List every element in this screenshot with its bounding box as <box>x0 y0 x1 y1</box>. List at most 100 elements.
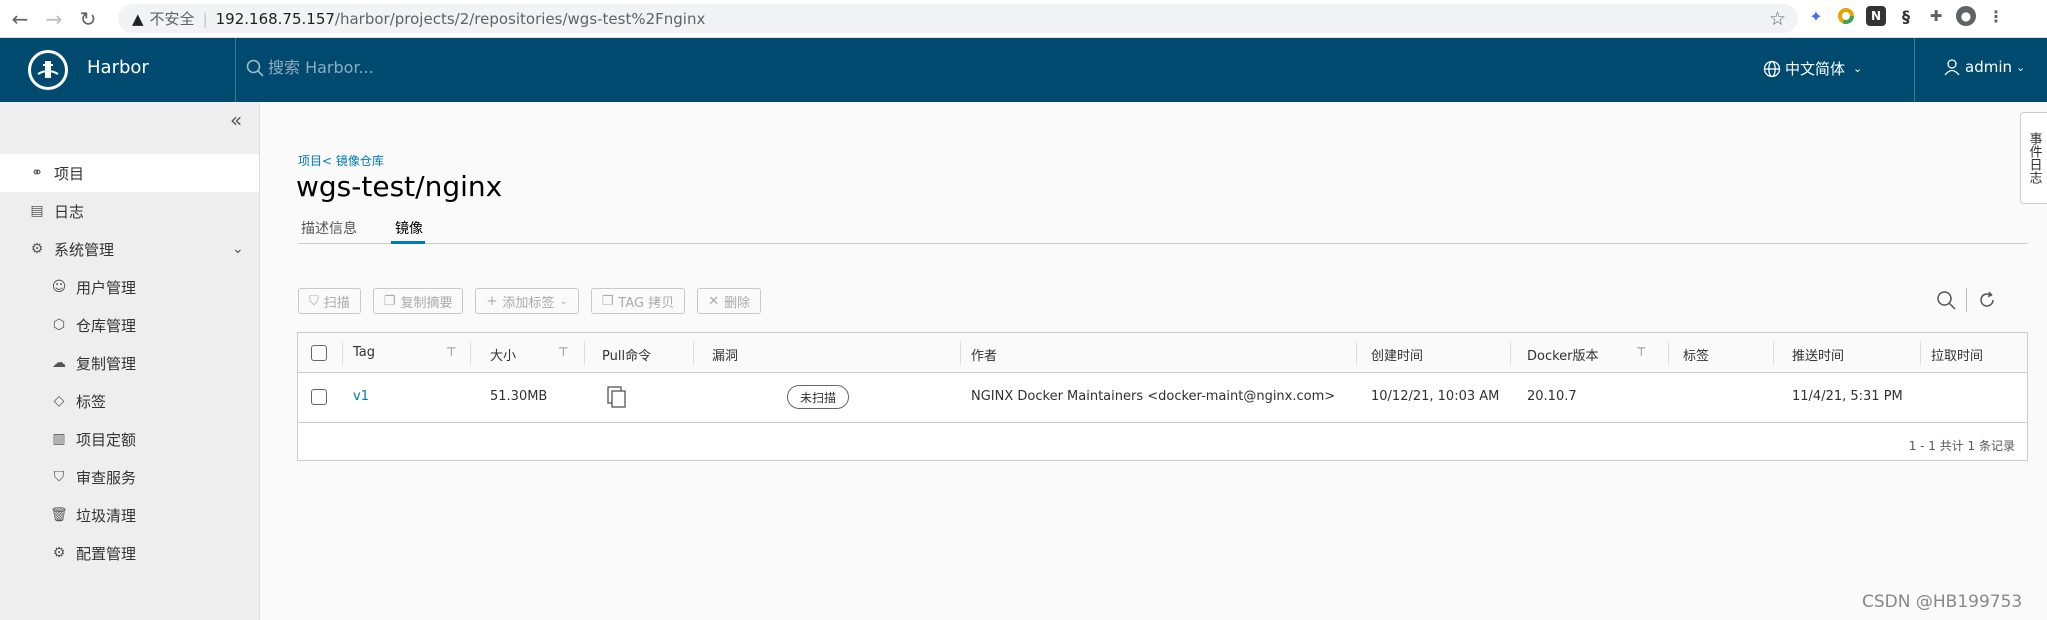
sidebar-item-logs[interactable]: ▤ 日志 <box>0 192 259 230</box>
search-input[interactable] <box>268 58 468 77</box>
address-bar[interactable]: ▲ 不安全 | 192.168.75.157 /harbor/projects/… <box>118 4 1798 33</box>
extension-n-icon[interactable]: N <box>1866 6 1886 26</box>
sidebar-item-gc[interactable]: 🗑︎ 垃圾清理 <box>0 496 259 534</box>
tab-info[interactable]: 描述信息 <box>301 218 357 238</box>
filter-icon[interactable]: ⊤ <box>446 345 456 359</box>
tag-copy-button[interactable]: ❐ TAG 拷贝 <box>590 288 686 314</box>
insecure-label: 不安全 <box>149 10 195 28</box>
extension-s-icon[interactable]: § <box>1896 6 1916 26</box>
created-value: 10/12/21, 10:03 AM <box>1371 389 1500 404</box>
globe-icon <box>1763 60 1781 77</box>
refresh-icon[interactable] <box>1977 290 1997 310</box>
column-header-author[interactable]: 作者 <box>971 345 997 364</box>
back-icon[interactable]: ← <box>6 5 34 33</box>
column-divider <box>1668 341 1669 365</box>
sidebar-item-label: 日志 <box>54 202 85 221</box>
tag-icon: ◇ <box>53 393 65 409</box>
table-tools <box>1936 288 1997 312</box>
sidebar-item-projects[interactable]: ⚭ 项目 <box>0 154 259 192</box>
docker-version-value: 20.10.7 <box>1527 389 1577 404</box>
header-divider <box>1914 38 1915 102</box>
registry-icon: ⬡ <box>52 317 66 333</box>
profile-avatar-icon[interactable]: ● <box>1956 6 1976 26</box>
delete-label: 删除 <box>724 295 751 311</box>
browser-toolbar: ← → ↻ ▲ 不安全 | 192.168.75.157 /harbor/pro… <box>0 0 2047 38</box>
column-header-docker-version[interactable]: Docker版本 <box>1527 345 1599 364</box>
replication-icon: ☁ <box>52 355 66 371</box>
global-search[interactable] <box>246 58 468 77</box>
column-header-labels: 标签 <box>1683 349 1710 364</box>
filter-icon[interactable]: ⊤ <box>1636 345 1646 359</box>
filter-icon[interactable]: ⊤ <box>558 345 568 359</box>
extension-bird-icon[interactable]: ✦ <box>1806 6 1826 26</box>
harbor-logo-icon[interactable] <box>28 50 68 90</box>
add-label-button[interactable]: + 添加标签 ⌄ <box>475 288 579 314</box>
sidebar-item-label: 审查服务 <box>76 468 137 487</box>
copy-digest-button[interactable]: ❐ 复制摘要 <box>372 288 464 314</box>
tab-images[interactable]: 镜像 <box>395 218 423 238</box>
column-divider <box>584 341 585 365</box>
column-header-size[interactable]: 大小 <box>490 345 516 364</box>
sidebar-item-admin[interactable]: ⚙ 系统管理 ⌄ <box>0 230 259 268</box>
user-icon <box>1944 59 1960 76</box>
extensions-puzzle-icon[interactable]: ✚ <box>1926 6 1946 26</box>
reload-icon[interactable]: ↻ <box>74 5 102 33</box>
brand-name[interactable]: Harbor <box>87 57 149 78</box>
column-divider <box>693 341 694 365</box>
url-path: /harbor/projects/2/repositories/wgs-test… <box>334 9 706 28</box>
browser-menu-icon[interactable]: ⋮ <box>1986 6 2006 26</box>
sidebar-item-labels[interactable]: ◇ 标签 <box>0 382 259 420</box>
column-header-created[interactable]: 创建时间 <box>1371 345 1423 364</box>
action-toolbar: ⛉ 扫描 ❐ 复制摘要 + 添加标签 ⌄ ❐ TAG 拷贝 ✕ 删除 <box>298 288 762 314</box>
breadcrumb[interactable]: 项目< 镜像仓库 <box>298 152 384 169</box>
tag-copy-label: TAG 拷贝 <box>618 295 675 311</box>
scan-label: 扫描 <box>323 295 350 311</box>
user-menu[interactable]: admin ⌄ <box>1943 58 2025 76</box>
column-divider <box>1356 341 1357 365</box>
language-selector[interactable]: 中文简体 ⌄ <box>1763 58 1862 79</box>
tag-link[interactable]: v1 <box>353 389 369 404</box>
trash-icon: 🗑︎ <box>50 507 68 523</box>
app-header: Harbor 中文简体 ⌄ admin ⌄ <box>0 38 2047 102</box>
table-row[interactable]: v1 51.30MB 未扫描 NGINX Docker Maintainers … <box>298 373 2027 423</box>
extension-ring-icon[interactable] <box>1836 6 1856 26</box>
column-header-pull-time[interactable]: 拉取时间 <box>1931 345 1983 364</box>
delete-button[interactable]: ✕ 删除 <box>697 288 762 314</box>
select-all-checkbox[interactable] <box>311 345 327 361</box>
column-divider <box>470 341 471 365</box>
row-checkbox[interactable] <box>311 389 327 405</box>
collapse-sidebar-icon[interactable]: « <box>230 108 242 132</box>
sidebar-item-label: 标签 <box>76 392 107 411</box>
column-divider <box>1510 341 1511 365</box>
column-header-vulnerability[interactable]: 漏洞 <box>712 345 738 364</box>
event-log-tab[interactable]: 事件日志 <box>2020 112 2047 204</box>
forward-icon[interactable]: → <box>40 5 68 33</box>
sidebar-item-quotas[interactable]: ▥ 项目定额 <box>0 420 259 458</box>
sidebar-item-replication[interactable]: ☁ 复制管理 <box>0 344 259 382</box>
url-host: 192.168.75.157 <box>215 9 335 28</box>
sidebar-item-users[interactable]: ☺ 用户管理 <box>0 268 259 306</box>
page-title: wgs-test/nginx <box>296 170 503 203</box>
copy-pull-command-icon[interactable] <box>606 385 628 409</box>
sidebar-item-interrogation[interactable]: ⛉ 审查服务 <box>0 458 259 496</box>
column-divider <box>1773 341 1774 365</box>
warning-icon: ▲ <box>132 9 144 28</box>
sidebar-item-config[interactable]: ⚙ 配置管理 <box>0 534 259 572</box>
search-icon[interactable] <box>1936 290 1956 310</box>
column-header-push-time[interactable]: 推送时间 <box>1792 345 1844 364</box>
column-divider <box>1920 341 1921 365</box>
scan-button[interactable]: ⛉ 扫描 <box>298 288 361 314</box>
chevron-down-icon: ⌄ <box>232 241 244 257</box>
chevron-down-icon: ⌄ <box>1853 62 1863 75</box>
projects-icon: ⚭ <box>31 165 43 181</box>
sidebar-item-registries[interactable]: ⬡ 仓库管理 <box>0 306 259 344</box>
column-header-tag[interactable]: Tag <box>353 345 375 360</box>
username: admin <box>1965 58 2012 76</box>
quota-icon: ▥ <box>52 431 66 447</box>
column-divider <box>960 341 961 365</box>
table-header: Tag ⊤ 大小 ⊤ Pull命令 漏洞 作者 创建时间 Docker版本 ⊤ … <box>298 333 2027 373</box>
chevron-down-icon: ⌄ <box>559 295 568 307</box>
bookmark-star-icon[interactable]: ☆ <box>1769 8 1786 30</box>
sidebar-item-label: 项目 <box>54 164 85 183</box>
extensions: ✦ N § ✚ ● ⋮ <box>1806 6 2006 26</box>
